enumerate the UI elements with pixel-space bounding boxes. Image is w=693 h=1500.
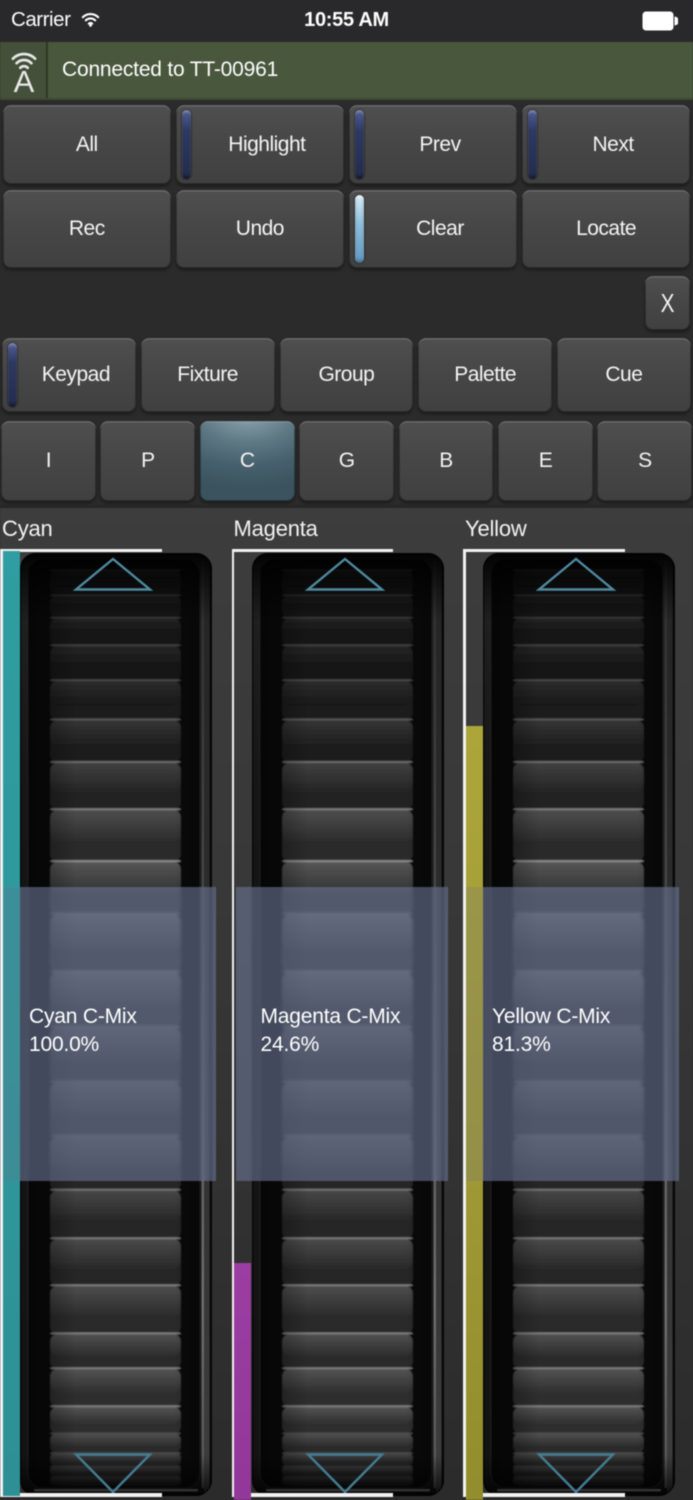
- svg-text:A: A: [14, 64, 35, 97]
